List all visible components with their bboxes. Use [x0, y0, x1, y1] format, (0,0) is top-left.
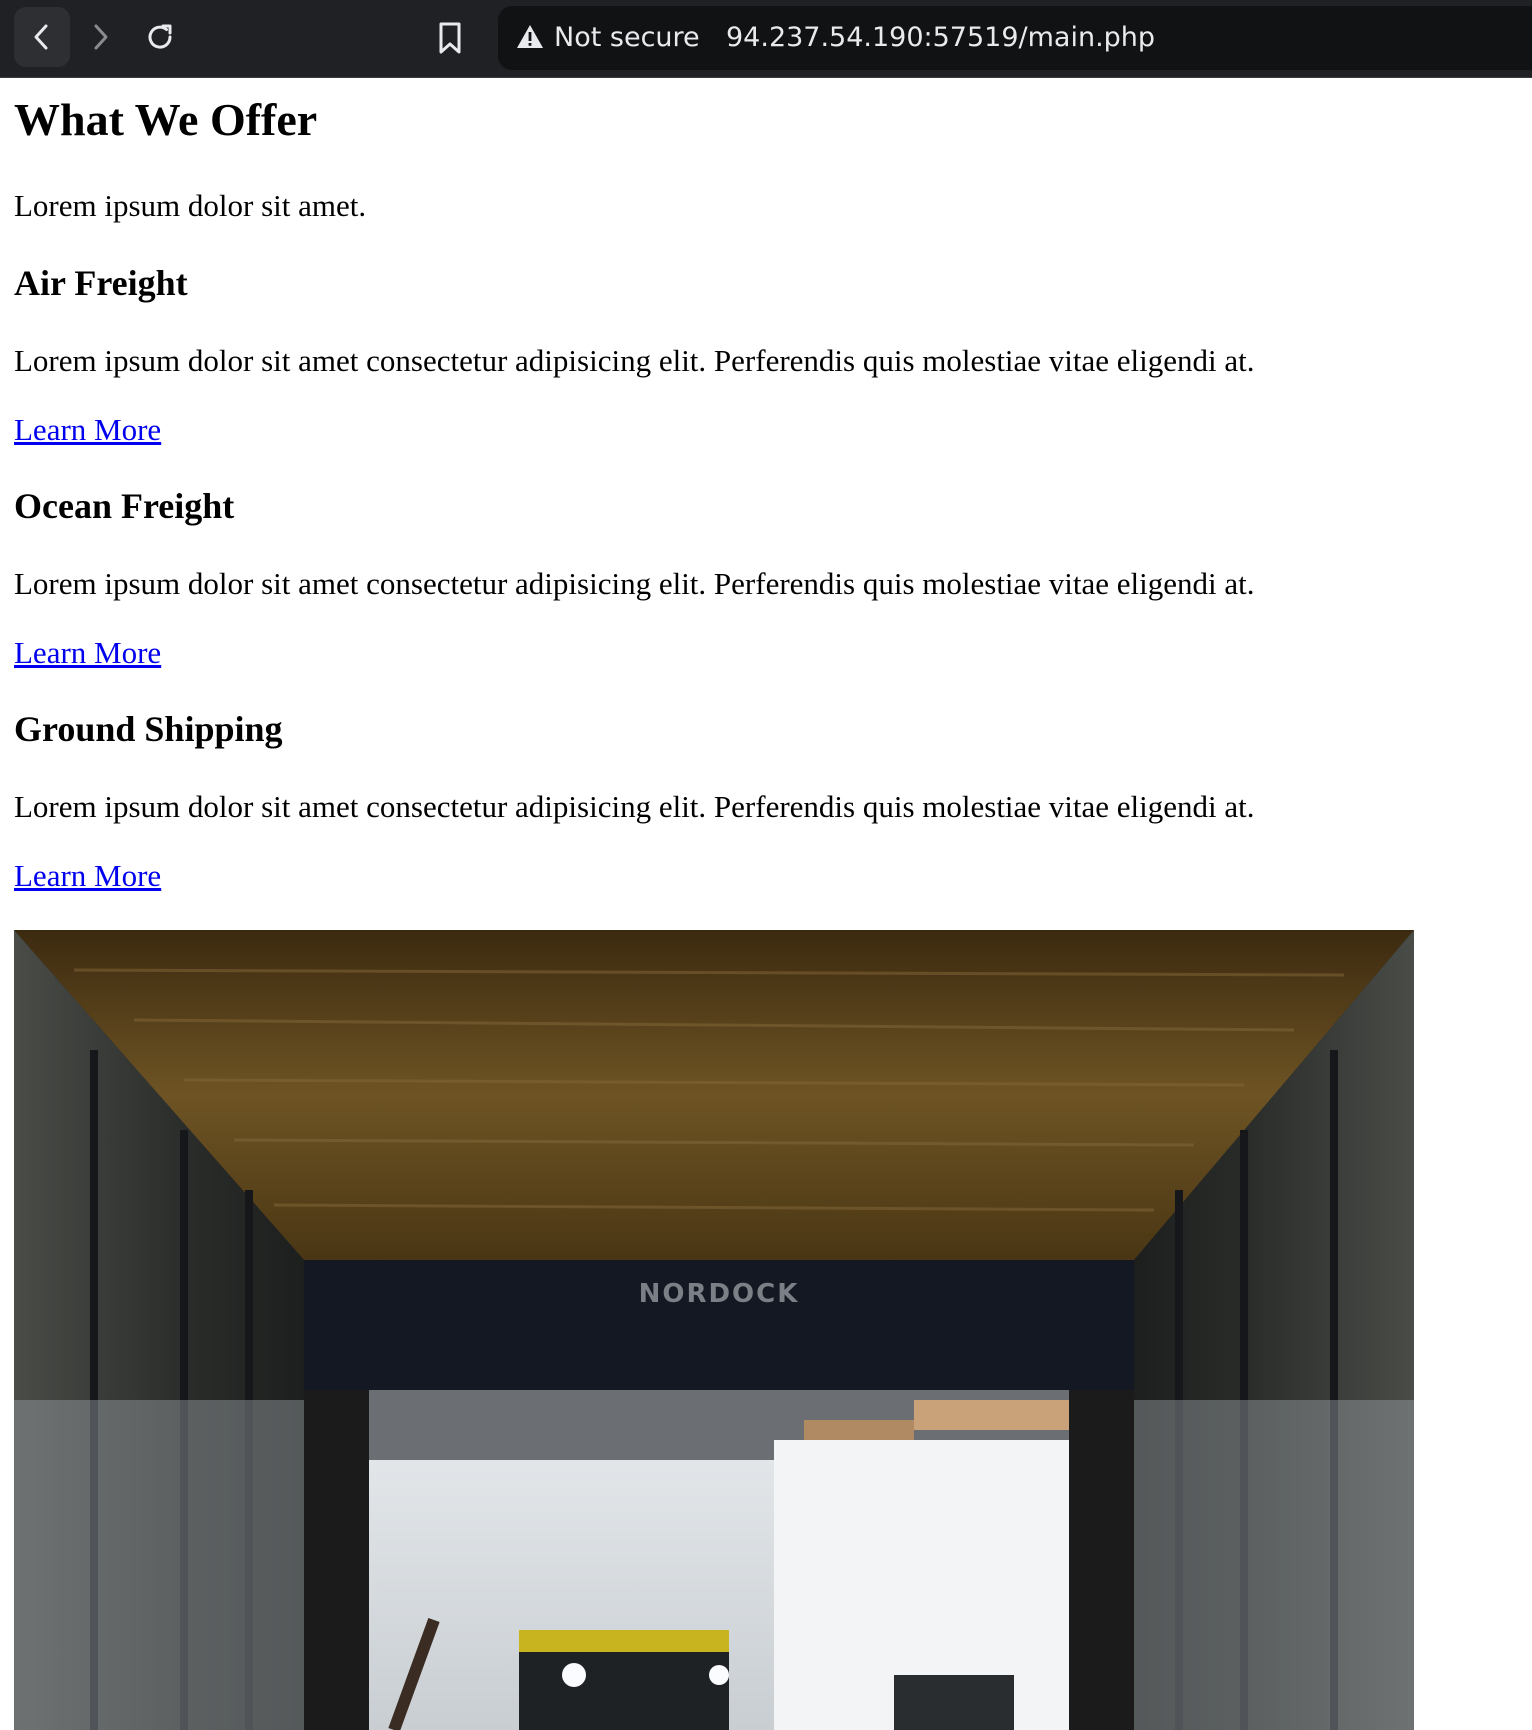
service-title-air-freight: Air Freight [14, 263, 188, 303]
chevron-right-icon [94, 24, 108, 50]
chevron-left-icon [34, 24, 48, 50]
dock-sign-text: NORDOCK [639, 1279, 800, 1309]
warning-icon[interactable] [516, 24, 544, 50]
learn-more-link-ocean-freight[interactable]: Learn More [14, 634, 161, 671]
learn-more-link-ground-shipping[interactable]: Learn More [14, 857, 161, 894]
back-button[interactable] [14, 7, 70, 67]
bookmark-button[interactable] [428, 18, 472, 58]
service-description: Lorem ipsum dolor sit amet consectetur a… [14, 566, 1255, 601]
reload-button[interactable] [132, 7, 188, 67]
bookmark-icon [439, 22, 461, 54]
browser-toolbar: Not secure 94.237.54.190:57519/main.php [0, 0, 1532, 78]
service-title-ground-shipping: Ground Shipping [14, 709, 283, 749]
service-description: Lorem ipsum dolor sit amet consectetur a… [14, 343, 1255, 378]
intro-text: Lorem ipsum dolor sit amet. [14, 188, 367, 223]
service-title-ocean-freight: Ocean Freight [14, 486, 235, 526]
hero-image: NORDOCK [14, 930, 1414, 1730]
url-text[interactable]: 94.237.54.190:57519/main.php [726, 20, 1155, 56]
address-bar[interactable]: Not secure 94.237.54.190:57519/main.php [498, 6, 1532, 70]
truck-trailer-photo: NORDOCK [14, 930, 1414, 1730]
learn-more-link-air-freight[interactable]: Learn More [14, 411, 161, 448]
page-title: What We Offer [14, 94, 318, 145]
forward-button[interactable] [72, 7, 128, 67]
security-status-label[interactable]: Not secure [554, 20, 700, 56]
service-description: Lorem ipsum dolor sit amet consectetur a… [14, 789, 1255, 824]
reload-icon [148, 24, 172, 49]
